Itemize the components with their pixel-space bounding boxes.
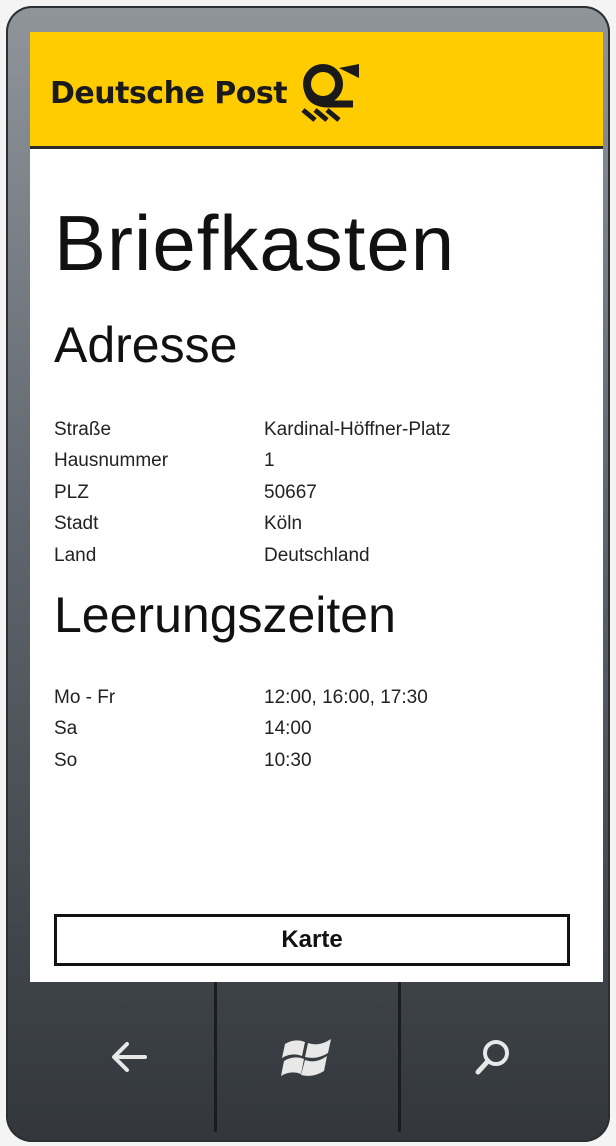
row-label: Hausnummer [54,450,169,472]
collection-row-sunday: So 10:30 [54,745,574,777]
back-arrow-icon [112,1042,147,1072]
search-button[interactable] [418,982,568,1132]
address-row-city: Stadt Köln [54,509,574,541]
app-screen: Deutsche Post Briefkasten Adresse Straße… [30,32,603,982]
collection-heading: Leerungszeiten [54,587,396,643]
address-row-housenumber: Hausnummer 1 [54,446,574,478]
row-value: Kardinal-Höffner-Platz [264,418,451,440]
system-nav-bar [6,982,610,1142]
collection-row-saturday: Sa 14:00 [54,714,574,746]
collection-times-list: Mo - Fr 12:00, 16:00, 17:30 Sa 14:00 So … [54,682,574,777]
address-row-country: Land Deutschland [54,540,574,572]
row-value: 12:00, 16:00, 17:30 [264,686,428,708]
row-label: So [54,749,78,771]
search-icon [475,1040,509,1075]
brand-name: Deutsche Post [50,76,288,111]
row-value: 14:00 [264,718,312,740]
row-value: 10:30 [264,749,312,771]
row-value: Köln [264,513,303,535]
row-label: Stadt [54,513,99,535]
nav-separator [214,982,217,1132]
row-value: 1 [264,450,275,472]
row-label: Mo - Fr [54,686,116,708]
row-label: Straße [54,418,112,440]
collection-row-weekdays: Mo - Fr 12:00, 16:00, 17:30 [54,682,574,714]
map-button[interactable]: Karte [54,914,570,966]
phone-frame: Deutsche Post Briefkasten Adresse Straße… [6,6,610,1142]
page-title: Briefkasten [54,199,456,287]
post-horn-icon [301,64,359,122]
row-label: Sa [54,718,78,740]
nav-separator [398,982,401,1132]
windows-logo-icon [281,1039,331,1076]
address-row-street: Straße Kardinal-Höffner-Platz [54,414,574,446]
row-value: 50667 [264,481,317,503]
row-value: Deutschland [264,544,370,566]
row-label: Land [54,544,97,566]
app-header: Deutsche Post [30,32,603,149]
row-label: PLZ [54,481,89,503]
address-row-zip: PLZ 50667 [54,477,574,509]
address-heading: Adresse [54,317,238,373]
back-button[interactable] [54,982,204,1132]
address-list: Straße Kardinal-Höffner-Platz Hausnummer… [54,414,574,572]
start-button[interactable] [232,982,382,1132]
